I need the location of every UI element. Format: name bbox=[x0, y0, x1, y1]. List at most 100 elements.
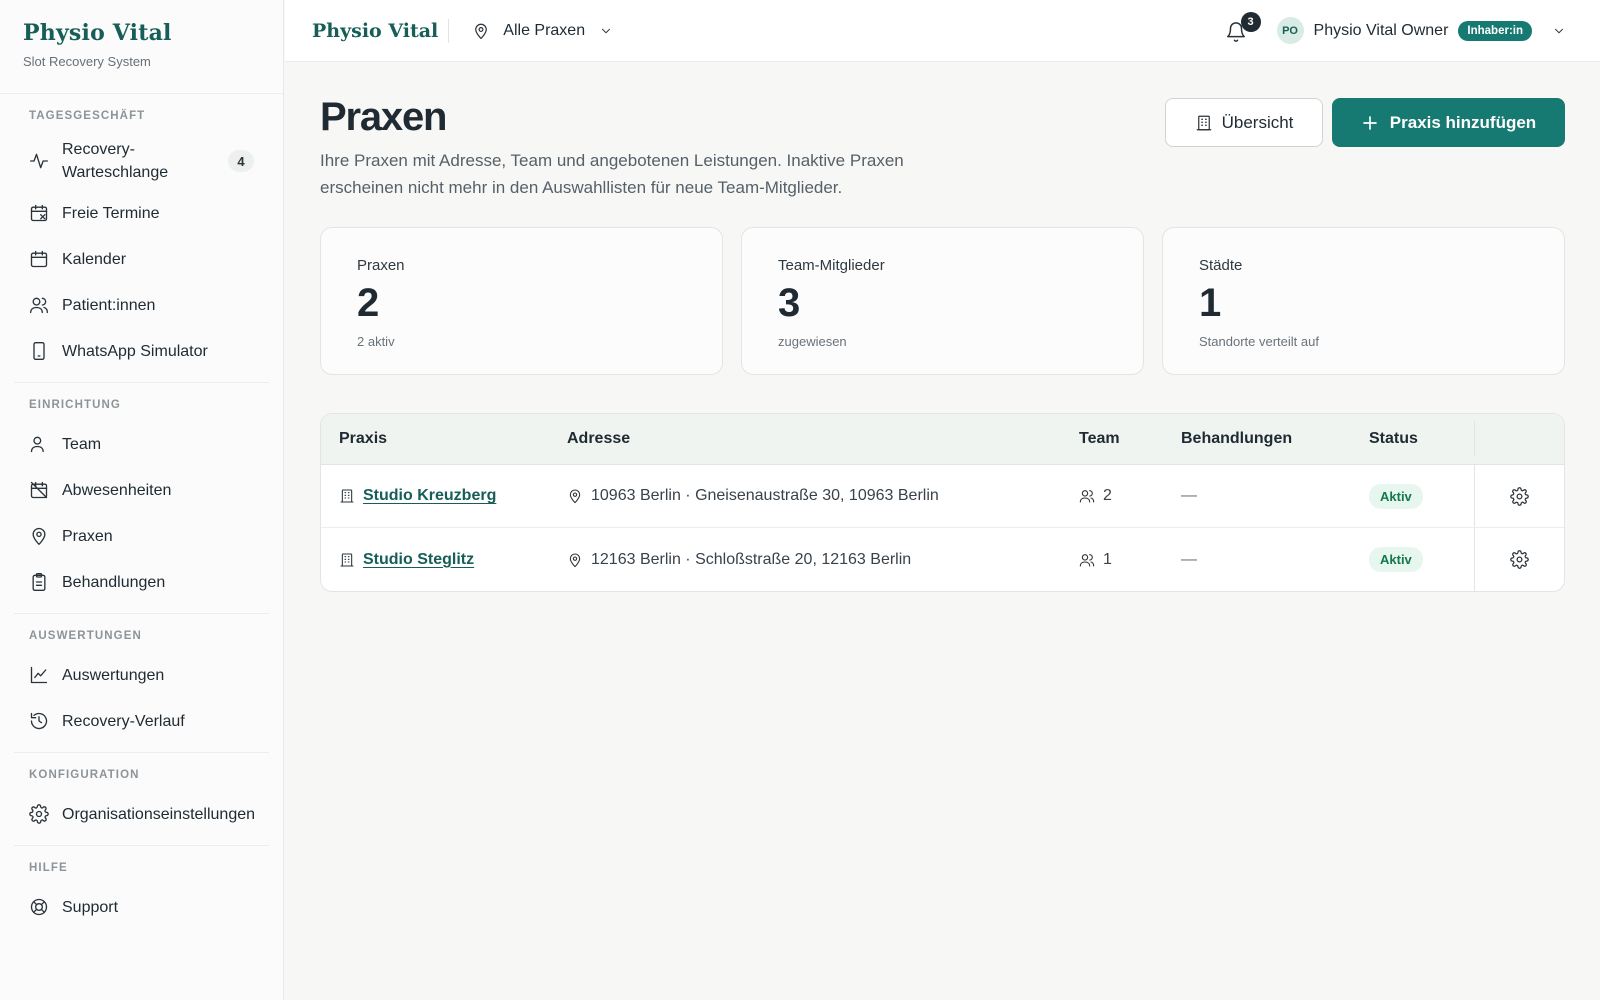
praxis-link[interactable]: Studio Steglitz bbox=[363, 551, 474, 569]
sidebar-item-label: Organisationseinstellungen bbox=[62, 805, 256, 823]
overview-button[interactable]: Übersicht bbox=[1165, 98, 1323, 147]
sidebar-item-label: Recovery-Verlauf bbox=[62, 712, 185, 730]
sidebar-item-label: Auswertungen bbox=[62, 666, 165, 684]
calendar-off-icon bbox=[30, 481, 48, 499]
table-header: Praxis Adresse Team Behandlungen Status bbox=[321, 414, 1564, 465]
stat-label: Praxen bbox=[357, 257, 405, 274]
map-pin-icon bbox=[32, 527, 46, 545]
gear-icon[interactable] bbox=[1510, 486, 1529, 506]
nav-section-label: EINRICHTUNG bbox=[29, 399, 121, 411]
cell-praxis: Studio Kreuzberg bbox=[321, 487, 567, 505]
stat-value: 3 bbox=[778, 281, 801, 325]
location-select[interactable]: Alle Praxen bbox=[472, 22, 613, 40]
chevron-down-icon[interactable] bbox=[1552, 24, 1566, 38]
sidebar-item-whatsapp-simulator[interactable]: WhatsApp Simulator bbox=[14, 328, 269, 374]
sidebar-item-kalender[interactable]: Kalender bbox=[14, 236, 269, 282]
status-badge: Aktiv bbox=[1369, 483, 1423, 509]
user-name[interactable]: Physio Vital Owner bbox=[1314, 22, 1449, 40]
sidebar-item-support[interactable]: Support bbox=[14, 884, 269, 930]
sidebar-item-label: Abwesenheiten bbox=[62, 481, 172, 499]
table-row: Studio Steglitz 12163 Berlin · Schloßstr… bbox=[321, 528, 1564, 591]
sidebar-item-auswertungen[interactable]: Auswertungen bbox=[14, 652, 269, 698]
map-pin-icon bbox=[569, 553, 581, 567]
sidebar-item-praxen[interactable]: Praxen bbox=[14, 513, 269, 559]
sidebar-item-label: Patient:innen bbox=[62, 296, 156, 314]
sidebar-item-label: WhatsApp Simulator bbox=[62, 342, 208, 360]
building-icon bbox=[1196, 115, 1211, 130]
notification-count-badge: 3 bbox=[1240, 11, 1261, 32]
sidebar-item-freie-termine[interactable]: Freie Termine bbox=[14, 190, 269, 236]
sidebar-item-label: Behandlungen bbox=[62, 573, 166, 591]
add-praxis-button[interactable]: Praxis hinzufügen bbox=[1332, 98, 1565, 147]
sidebar-item-label: Recovery-Warteschlange bbox=[62, 141, 169, 181]
queue-count-badge: 4 bbox=[228, 150, 254, 172]
sidebar-item-patientinnen[interactable]: Patient:innen bbox=[14, 282, 269, 328]
building-icon bbox=[340, 552, 354, 567]
treatments-value: — bbox=[1181, 487, 1197, 504]
nav-section-tagesgeschaeft: TAGESGESCHÄFT Recovery-Warteschlange 4 F… bbox=[14, 94, 269, 383]
sidebar: Physio Vital Slot Recovery System TAGESG… bbox=[0, 0, 284, 1000]
sidebar-item-recovery-verlauf[interactable]: Recovery-Verlauf bbox=[14, 698, 269, 744]
smartphone-icon bbox=[33, 342, 45, 360]
gear-icon bbox=[29, 804, 49, 824]
page-description: Ihre Praxen mit Adresse, Team und angebo… bbox=[320, 151, 904, 197]
column-header-status: Status bbox=[1369, 430, 1418, 447]
sidebar-item-label: Freie Termine bbox=[62, 204, 160, 222]
stat-subtext: 2 aktiv bbox=[357, 334, 395, 349]
cell-actions bbox=[1474, 528, 1564, 591]
main-content: Praxen Ihre Praxen mit Adresse, Team und… bbox=[285, 62, 1600, 1000]
user-icon bbox=[30, 436, 44, 453]
sidebar-item-label: Kalender bbox=[62, 250, 127, 268]
cell-behandlungen: — bbox=[1181, 551, 1369, 569]
avatar[interactable]: PO bbox=[1276, 17, 1304, 44]
calendar-icon bbox=[30, 250, 48, 268]
nav-section-label: AUSWERTUNGEN bbox=[29, 630, 142, 642]
sidebar-item-behandlungen[interactable]: Behandlungen bbox=[14, 559, 269, 605]
chevron-down-icon bbox=[602, 28, 611, 33]
lifebuoy-icon bbox=[30, 898, 48, 916]
history-icon bbox=[30, 712, 48, 730]
praxis-link[interactable]: Studio Kreuzberg bbox=[363, 487, 496, 505]
cell-adresse: 10963 Berlin · Gneisenaustraße 30, 10963… bbox=[567, 487, 1079, 505]
clipboard-icon bbox=[32, 573, 46, 591]
cell-team: 2 bbox=[1079, 487, 1181, 505]
column-header-praxis: Praxis bbox=[339, 430, 388, 447]
nav-section-einrichtung: EINRICHTUNG Team Abwesenheiten Praxen Be… bbox=[14, 383, 269, 614]
building-icon bbox=[340, 489, 354, 503]
stats-row: Praxen 2 2 aktiv Team-Mitglieder 3 zugew… bbox=[320, 227, 1565, 375]
location-select-value: Alle Praxen bbox=[503, 21, 586, 39]
sidebar-item-label: Praxen bbox=[62, 527, 113, 545]
stat-label: Team-Mitglieder bbox=[778, 257, 885, 274]
address-text: 10963 Berlin · Gneisenaustraße 30, 10963… bbox=[591, 487, 939, 504]
status-badge: Aktiv bbox=[1369, 547, 1423, 572]
team-count: 2 bbox=[1103, 487, 1112, 504]
app-logo-title[interactable]: Physio Vital bbox=[23, 20, 260, 46]
overview-button-label: Übersicht bbox=[1221, 112, 1294, 132]
role-badge: Inhaber:in bbox=[1458, 20, 1532, 41]
cell-behandlungen: — bbox=[1181, 487, 1369, 505]
stat-subtext: zugewiesen bbox=[778, 334, 847, 349]
stat-value: 1 bbox=[1199, 281, 1222, 325]
sidebar-item-abwesenheiten[interactable]: Abwesenheiten bbox=[14, 467, 269, 513]
stat-card-praxen: Praxen 2 2 aktiv bbox=[320, 227, 723, 375]
notifications-button[interactable]: 3 bbox=[1225, 11, 1261, 44]
praxen-table: Praxis Adresse Team Behandlungen Status … bbox=[320, 413, 1565, 592]
map-pin-icon bbox=[475, 23, 488, 39]
sidebar-item-recovery-warteschlange[interactable]: Recovery-Warteschlange 4 bbox=[14, 132, 269, 190]
sidebar-item-team[interactable]: Team bbox=[14, 421, 269, 467]
sidebar-item-organisationseinstellungen[interactable]: Organisationseinstellungen bbox=[14, 791, 269, 837]
line-chart-icon bbox=[30, 666, 48, 684]
nav-section-konfiguration: KONFIGURATION Organisationseinstellungen bbox=[14, 753, 269, 846]
stat-card-staedte: Städte 1 Standorte verteilt auf bbox=[1162, 227, 1565, 375]
stat-card-team: Team-Mitglieder 3 zugewiesen bbox=[741, 227, 1144, 375]
stat-value: 2 bbox=[357, 281, 380, 325]
column-header-team: Team bbox=[1079, 430, 1120, 447]
cell-team: 1 bbox=[1079, 551, 1181, 569]
gear-icon[interactable] bbox=[1510, 550, 1529, 569]
treatments-value: — bbox=[1181, 550, 1197, 568]
header-brand[interactable]: Physio Vital bbox=[312, 18, 450, 43]
activity-icon bbox=[30, 153, 48, 169]
nav-section-hilfe: HILFE Support bbox=[14, 846, 269, 930]
nav-section-label: TAGESGESCHÄFT bbox=[29, 110, 146, 122]
column-header-behandlungen: Behandlungen bbox=[1181, 430, 1293, 447]
